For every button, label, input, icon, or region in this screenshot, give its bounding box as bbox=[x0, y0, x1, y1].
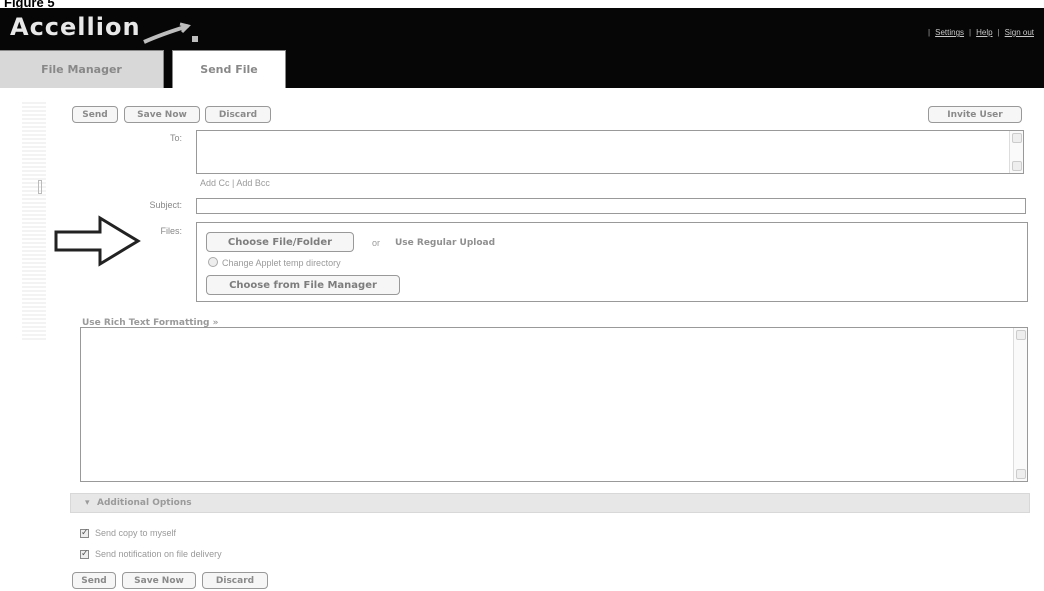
logo-swoosh-icon bbox=[143, 22, 198, 44]
footer-discard-button[interactable]: Discard bbox=[202, 572, 268, 589]
message-scrollbar[interactable] bbox=[1013, 328, 1027, 481]
message-body[interactable] bbox=[80, 327, 1028, 482]
choose-from-file-manager-button[interactable]: Choose from File Manager bbox=[206, 275, 400, 295]
scroll-up-icon[interactable] bbox=[1016, 330, 1026, 340]
footer-save-now-button[interactable]: Save Now bbox=[122, 572, 196, 589]
app-logo: Accellion bbox=[10, 13, 141, 41]
or-text: or bbox=[372, 238, 381, 248]
scroll-up-icon[interactable] bbox=[1012, 133, 1022, 143]
add-cc-bcc-link[interactable]: Add Cc | Add Bcc bbox=[200, 178, 270, 188]
tab-file-manager[interactable]: File Manager bbox=[0, 50, 164, 88]
to-field[interactable] bbox=[196, 130, 1024, 174]
help-link[interactable]: Help bbox=[976, 28, 992, 37]
gear-icon bbox=[208, 257, 218, 267]
rail-handle[interactable] bbox=[38, 180, 42, 194]
send-button[interactable]: Send bbox=[72, 106, 118, 123]
subject-field[interactable] bbox=[196, 198, 1026, 214]
send-copy-option[interactable]: Send copy to myself bbox=[80, 527, 177, 538]
footer-send-button[interactable]: Send bbox=[72, 572, 116, 589]
send-notification-checkbox[interactable] bbox=[80, 548, 89, 559]
to-label: To: bbox=[169, 133, 182, 143]
tab-send-file[interactable]: Send File bbox=[172, 50, 286, 88]
chevron-down-icon: ▾ bbox=[85, 498, 90, 508]
sign-out-link[interactable]: Sign out bbox=[1005, 28, 1034, 37]
use-regular-upload-link[interactable]: Use Regular Upload bbox=[395, 238, 495, 248]
scroll-down-icon[interactable] bbox=[1016, 469, 1026, 479]
additional-options-bar[interactable]: ▾ Additional Options bbox=[70, 493, 1030, 513]
send-notification-label: Send notification on file delivery bbox=[95, 549, 222, 559]
discard-button[interactable]: Discard bbox=[205, 106, 271, 123]
change-temp-dir-link[interactable]: Change Applet temp directory bbox=[222, 258, 341, 268]
choose-file-folder-button[interactable]: Choose File/Folder bbox=[206, 232, 354, 252]
scroll-down-icon[interactable] bbox=[1012, 161, 1022, 171]
invite-user-button[interactable]: Invite User bbox=[928, 106, 1022, 123]
settings-link[interactable]: Settings bbox=[935, 28, 964, 37]
send-notification-option[interactable]: Send notification on file delivery bbox=[80, 548, 222, 559]
subject-label: Subject: bbox=[149, 200, 182, 210]
to-field-scrollbar[interactable] bbox=[1009, 131, 1023, 173]
side-rail bbox=[22, 100, 46, 340]
right-arrow-icon bbox=[54, 215, 141, 267]
save-now-button[interactable]: Save Now bbox=[124, 106, 200, 123]
header-links: | Settings | Help | Sign out bbox=[928, 28, 1034, 37]
send-copy-checkbox[interactable] bbox=[80, 527, 89, 538]
additional-options-title: Additional Options bbox=[97, 498, 192, 508]
send-copy-label: Send copy to myself bbox=[95, 528, 177, 538]
